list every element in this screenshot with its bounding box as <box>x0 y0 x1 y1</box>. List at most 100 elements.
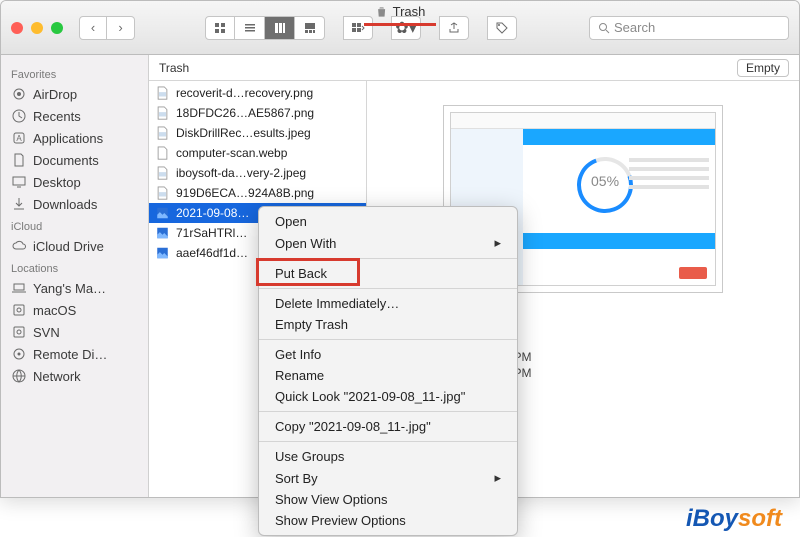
zoom-icon[interactable] <box>51 22 63 34</box>
sidebar-item-label: Desktop <box>33 175 81 190</box>
search-icon <box>598 22 610 34</box>
file-name: 919D6ECA…924A8B.png <box>176 186 314 200</box>
file-row[interactable]: iboysoft-da…very-2.jpeg <box>149 163 366 183</box>
file-name: computer-scan.webp <box>176 146 287 160</box>
jpeg-file-icon <box>155 246 170 260</box>
menu-item-label: Show View Options <box>275 492 388 507</box>
column-view-button[interactable] <box>265 16 295 40</box>
forward-button[interactable]: › <box>107 16 135 40</box>
context-menu[interactable]: OpenOpen With▸ Put Back Delete Immediately… <box>258 206 518 536</box>
window-title-label: Trash <box>393 4 426 19</box>
close-icon[interactable] <box>11 22 23 34</box>
sidebar-item[interactable]: Network <box>1 365 148 387</box>
share-group <box>439 16 469 40</box>
action-button[interactable]: ✿▾ <box>391 16 421 40</box>
file-name: 18DFDC26…AE5867.png <box>176 106 314 120</box>
pathbar: Trash Empty <box>149 55 799 81</box>
thumb-percent-label: 05% <box>591 173 619 189</box>
menu-separator <box>259 288 517 289</box>
sidebar-item-label: Network <box>33 369 81 384</box>
jpeg-file-icon <box>155 226 170 240</box>
file-row[interactable]: DiskDrillRec…esults.jpeg <box>149 123 366 143</box>
jpeg-file-icon <box>155 206 170 220</box>
sidebar-item[interactable]: Remote Di… <box>1 343 148 365</box>
gallery-view-button[interactable] <box>295 16 325 40</box>
menu-item[interactable]: Empty Trash <box>259 314 517 335</box>
menu-item[interactable]: Quick Look "2021-09-08_11-.jpg" <box>259 386 517 407</box>
file-name: DiskDrillRec…esults.jpeg <box>176 126 311 140</box>
image-file-icon <box>155 86 170 100</box>
download-icon <box>11 196 27 212</box>
back-button[interactable]: ‹ <box>79 16 107 40</box>
file-row[interactable]: 919D6ECA…924A8B.png <box>149 183 366 203</box>
menu-item[interactable]: Sort By▸ <box>259 467 517 489</box>
sidebar-item-label: Yang's Ma… <box>33 281 106 296</box>
sidebar-header: iCloud <box>1 215 148 235</box>
file-row[interactable]: recoverit-d…recovery.png <box>149 83 366 103</box>
file-name: 2021-09-08… <box>176 206 249 220</box>
menu-item[interactable]: Get Info <box>259 344 517 365</box>
menu-item[interactable]: Rename <box>259 365 517 386</box>
image-file-icon <box>155 166 170 180</box>
sidebar-item[interactable]: macOS <box>1 299 148 321</box>
share-button[interactable] <box>439 16 469 40</box>
image-file-icon <box>155 106 170 120</box>
annotation-underline <box>364 23 436 26</box>
watermark: iBoysoft <box>686 505 782 533</box>
file-name: iboysoft-da…very-2.jpeg <box>176 166 306 180</box>
generic-file-icon <box>155 146 170 160</box>
menu-item[interactable]: Show View Options <box>259 489 517 510</box>
sidebar-item-label: macOS <box>33 303 76 318</box>
file-row[interactable]: computer-scan.webp <box>149 143 366 163</box>
list-view-button[interactable] <box>235 16 265 40</box>
menu-item[interactable]: Open With▸ <box>259 232 517 254</box>
empty-trash-button[interactable]: Empty <box>737 59 789 77</box>
trash-icon <box>375 5 389 19</box>
tag-group <box>487 16 517 40</box>
menu-separator <box>259 258 517 259</box>
sidebar-item[interactable]: AirDrop <box>1 83 148 105</box>
sidebar-item[interactable]: Desktop <box>1 171 148 193</box>
sidebar-item[interactable]: AApplications <box>1 127 148 149</box>
chevron-right-icon: ▸ <box>494 470 501 486</box>
menu-item[interactable]: Use Groups <box>259 446 517 467</box>
tag-button[interactable] <box>487 16 517 40</box>
file-row[interactable]: 18DFDC26…AE5867.png <box>149 103 366 123</box>
icon-view-button[interactable] <box>205 16 235 40</box>
watermark-pre: iBoy <box>686 505 738 532</box>
sidebar-item[interactable]: iCloud Drive <box>1 235 148 257</box>
cloud-icon <box>11 238 27 254</box>
search-field[interactable]: Search <box>589 16 789 40</box>
menu-item[interactable]: Show Preview Options <box>259 510 517 531</box>
minimize-icon[interactable] <box>31 22 43 34</box>
nav-buttons: ‹ › <box>79 16 135 40</box>
menu-item[interactable]: Copy "2021-09-08_11-.jpg" <box>259 416 517 437</box>
sidebar-item[interactable]: Documents <box>1 149 148 171</box>
laptop-icon <box>11 280 27 296</box>
sidebar: FavoritesAirDropRecentsAApplicationsDocu… <box>1 55 149 497</box>
menu-item[interactable]: Open <box>259 211 517 232</box>
arrange-button[interactable] <box>343 16 373 40</box>
sidebar-item-label: Documents <box>33 153 99 168</box>
action-group: ✿▾ <box>391 16 421 40</box>
sidebar-item[interactable]: Downloads <box>1 193 148 215</box>
file-name: recoverit-d…recovery.png <box>176 86 313 100</box>
sidebar-item-label: Recents <box>33 109 81 124</box>
sidebar-item-label: iCloud Drive <box>33 239 104 254</box>
menu-item[interactable]: Delete Immediately… <box>259 293 517 314</box>
menu-item-label: Copy "2021-09-08_11-.jpg" <box>275 419 431 434</box>
sidebar-header: Locations <box>1 257 148 277</box>
view-group <box>205 16 325 40</box>
disk-icon <box>11 324 27 340</box>
menu-separator <box>259 411 517 412</box>
sidebar-item[interactable]: Recents <box>1 105 148 127</box>
image-file-icon <box>155 126 170 140</box>
menu-item-label: Use Groups <box>275 449 344 464</box>
sidebar-item[interactable]: Yang's Ma… <box>1 277 148 299</box>
sidebar-item-label: AirDrop <box>33 87 77 102</box>
sidebar-item[interactable]: SVN <box>1 321 148 343</box>
menu-item[interactable]: Put Back <box>259 263 517 284</box>
chevron-right-icon: ▸ <box>494 235 501 251</box>
menu-item-label: Get Info <box>275 347 321 362</box>
sidebar-item-label: Downloads <box>33 197 97 212</box>
